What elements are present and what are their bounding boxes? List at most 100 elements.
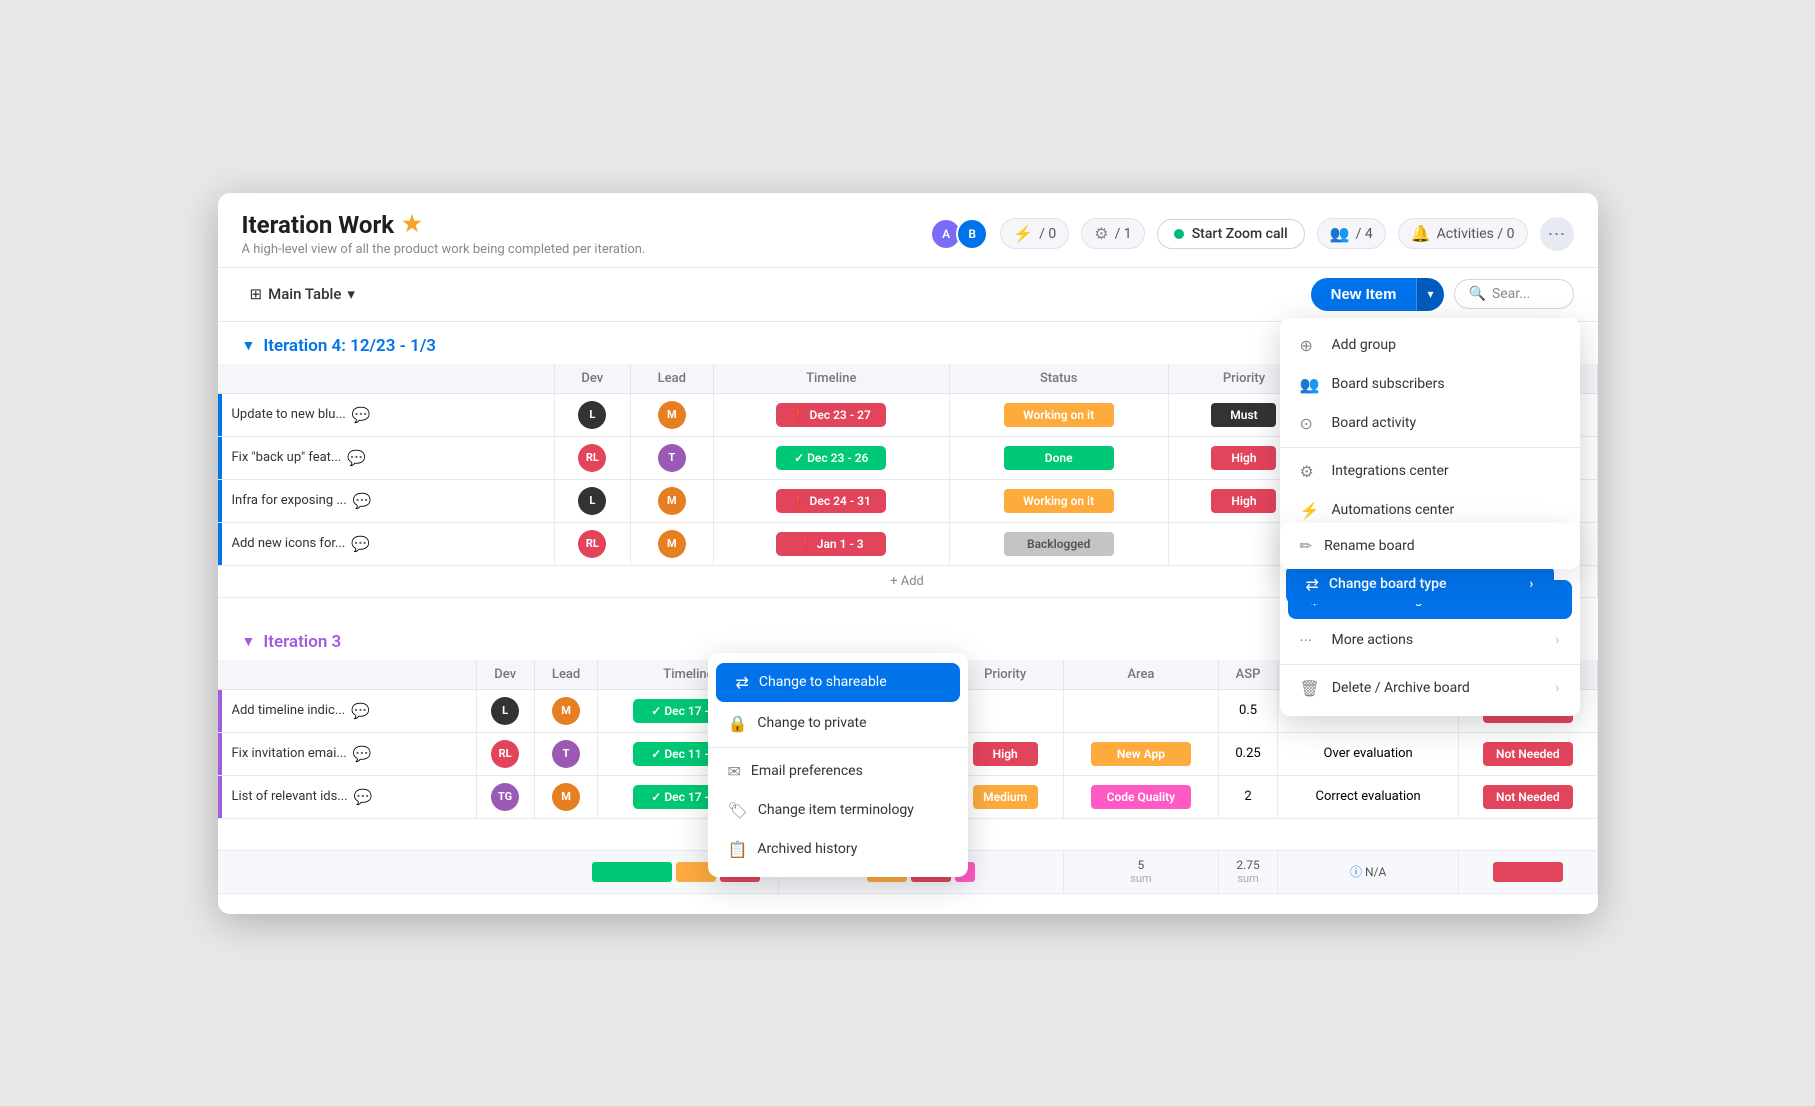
design-badge: Not Needed <box>1483 742 1573 766</box>
members-stat[interactable]: 👥 / 4 <box>1317 218 1386 249</box>
area-badge: Code Quality <box>1091 785 1191 809</box>
submenu-to-shareable[interactable]: ⇄ Change to shareable <box>716 663 960 702</box>
lead-cell: T <box>534 732 598 775</box>
status-cell: Done <box>949 436 1168 479</box>
timeline-badge: ❗ Dec 23 - 27 <box>776 403 886 427</box>
item-name: List of relevant ids... 💬 <box>232 788 468 806</box>
dev-cell: TG <box>476 775 534 818</box>
chat-icon[interactable]: 💬 <box>351 535 370 553</box>
email-icon: ✉ <box>728 762 741 781</box>
dev-cell: L <box>554 479 630 522</box>
rename-board-menu: ✏ Rename board <box>1280 523 1580 569</box>
timeline-badge: ❗ Jan 1 - 3 <box>776 532 886 556</box>
rename-board-label: Rename board <box>1324 538 1415 554</box>
summary-color-bars <box>218 850 779 893</box>
stat-automations[interactable]: ⚡ / 0 <box>1000 218 1069 249</box>
eval-cell: Correct evaluation <box>1278 775 1459 818</box>
item-name-text: Fix invitation emai... <box>232 746 347 761</box>
new-item-dropdown-button[interactable]: ▾ <box>1416 278 1443 311</box>
change-board-type-active-item[interactable]: ⇄ Change board type › <box>1286 565 1554 604</box>
menu-more-actions[interactable]: ··· More actions › <box>1280 621 1580 660</box>
chat-icon[interactable]: 💬 <box>347 449 366 467</box>
info-icon: ⓘ <box>1350 863 1362 880</box>
eval-cell: Over evaluation <box>1278 732 1459 775</box>
menu-integrations[interactable]: ⚙ Integrations center <box>1280 452 1580 491</box>
menu-board-activity[interactable]: ⊙ Board activity <box>1280 404 1580 443</box>
row-bar-purple <box>218 690 222 732</box>
group-chevron-iteration4[interactable]: ▼ <box>242 337 256 354</box>
main-table-button[interactable]: ⊞ Main Table ▾ <box>242 281 363 307</box>
item-name-text: List of relevant ids... <box>232 789 348 804</box>
row-bar <box>218 437 222 479</box>
group-title-iteration4[interactable]: Iteration 4: 12/23 - 1/3 <box>263 336 436 356</box>
submenu-email-prefs[interactable]: ✉ Email preferences <box>708 752 968 791</box>
automations-menu-icon: ⚡ <box>1300 501 1320 520</box>
toolbar-right: New Item ▾ 🔍 Sear... <box>1311 278 1574 311</box>
priority-badge: High <box>1211 489 1276 513</box>
header-title: Iteration Work ★ <box>242 211 646 239</box>
menu-board-subscribers[interactable]: 👥 Board subscribers <box>1280 365 1580 404</box>
group-title-iteration3[interactable]: Iteration 3 <box>263 632 341 652</box>
item-name-text: Fix "back up" feat... <box>232 450 342 465</box>
lead-avatar: M <box>658 530 686 558</box>
app-title: Iteration Work <box>242 211 395 239</box>
members-icon: 👥 <box>1330 224 1350 243</box>
members-value: / 4 <box>1356 226 1373 242</box>
item-name: Infra for exposing ... 💬 <box>232 492 546 510</box>
chat-icon[interactable]: 💬 <box>351 702 370 720</box>
chat-icon[interactable]: 💬 <box>352 406 371 424</box>
chat-icon[interactable]: 💬 <box>353 745 372 763</box>
new-item-button[interactable]: New Item <box>1311 278 1417 311</box>
menu-delete-archive[interactable]: 🗑 Delete / Archive board › <box>1280 669 1580 708</box>
lead-avatar: T <box>658 444 686 472</box>
change-board-type-icon: ⇄ <box>1306 575 1319 594</box>
col-dev-3: Dev <box>476 660 534 690</box>
item-cell: Update to new blu... 💬 <box>218 393 555 436</box>
header-subtitle: A high-level view of all the product wor… <box>242 242 646 257</box>
dev-avatar: RL <box>491 740 519 768</box>
item-name-text: Add new icons for... <box>232 536 346 551</box>
activity-icon: ⊙ <box>1300 414 1320 433</box>
item-name-text: Update to new blu... <box>232 407 346 422</box>
dev-avatar: TG <box>491 783 519 811</box>
rename-board-item[interactable]: ✏ Rename board <box>1280 527 1580 565</box>
more-actions-arrow-icon: › <box>1555 632 1559 648</box>
status-cell: Backlogged <box>949 522 1168 565</box>
zoom-button[interactable]: Start Zoom call <box>1157 219 1305 249</box>
automations-icon: ⚡ <box>1013 224 1033 243</box>
submenu-change-term[interactable]: 🏷 Change item terminology <box>708 791 968 830</box>
stat-integrations[interactable]: ⚙ / 1 <box>1081 218 1144 249</box>
menu-add-group[interactable]: ⊕ Add group <box>1280 326 1580 365</box>
submenu-to-private[interactable]: 🔒 Change to private <box>708 704 968 743</box>
sum1-value: 5 <box>1138 858 1145 872</box>
submenu-archived[interactable]: 📋 Archived history <box>708 830 968 869</box>
change-term-label: Change item terminology <box>758 802 914 818</box>
delete-arrow-icon: › <box>1555 680 1559 696</box>
item-name-text: Add timeline indic... <box>232 703 346 718</box>
more-button[interactable]: ··· <box>1540 217 1574 251</box>
design-cell: Not Needed <box>1459 775 1597 818</box>
dev-avatar: L <box>491 697 519 725</box>
asp-cell: 2 <box>1218 775 1277 818</box>
search-box[interactable]: 🔍 Sear... <box>1454 279 1574 309</box>
item-cell: Fix "back up" feat... 💬 <box>218 436 555 479</box>
more-actions-icon: ··· <box>1300 631 1320 650</box>
lead-avatar: M <box>552 783 580 811</box>
group-chevron-iteration3[interactable]: ▼ <box>242 633 256 650</box>
lead-cell: M <box>630 393 713 436</box>
status-badge: Working on it <box>1004 489 1114 513</box>
submenu-divider <box>708 747 968 748</box>
activities-stat[interactable]: 🔔 Activities / 0 <box>1398 218 1528 249</box>
zoom-label: Start Zoom call <box>1192 226 1288 242</box>
area-cell: Code Quality <box>1063 775 1218 818</box>
col-dev: Dev <box>554 364 630 394</box>
chat-icon[interactable]: 💬 <box>353 492 372 510</box>
stat2-value: / 1 <box>1115 226 1132 242</box>
star-icon[interactable]: ★ <box>402 212 422 237</box>
item-name: Add timeline indic... 💬 <box>232 702 468 720</box>
private-icon: 🔒 <box>728 714 748 733</box>
priority-badge: High <box>1211 446 1276 470</box>
menu-board-subscribers-label: Board subscribers <box>1332 376 1445 392</box>
chat-icon[interactable]: 💬 <box>354 788 373 806</box>
item-cell: Add timeline indic... 💬 <box>218 689 477 732</box>
